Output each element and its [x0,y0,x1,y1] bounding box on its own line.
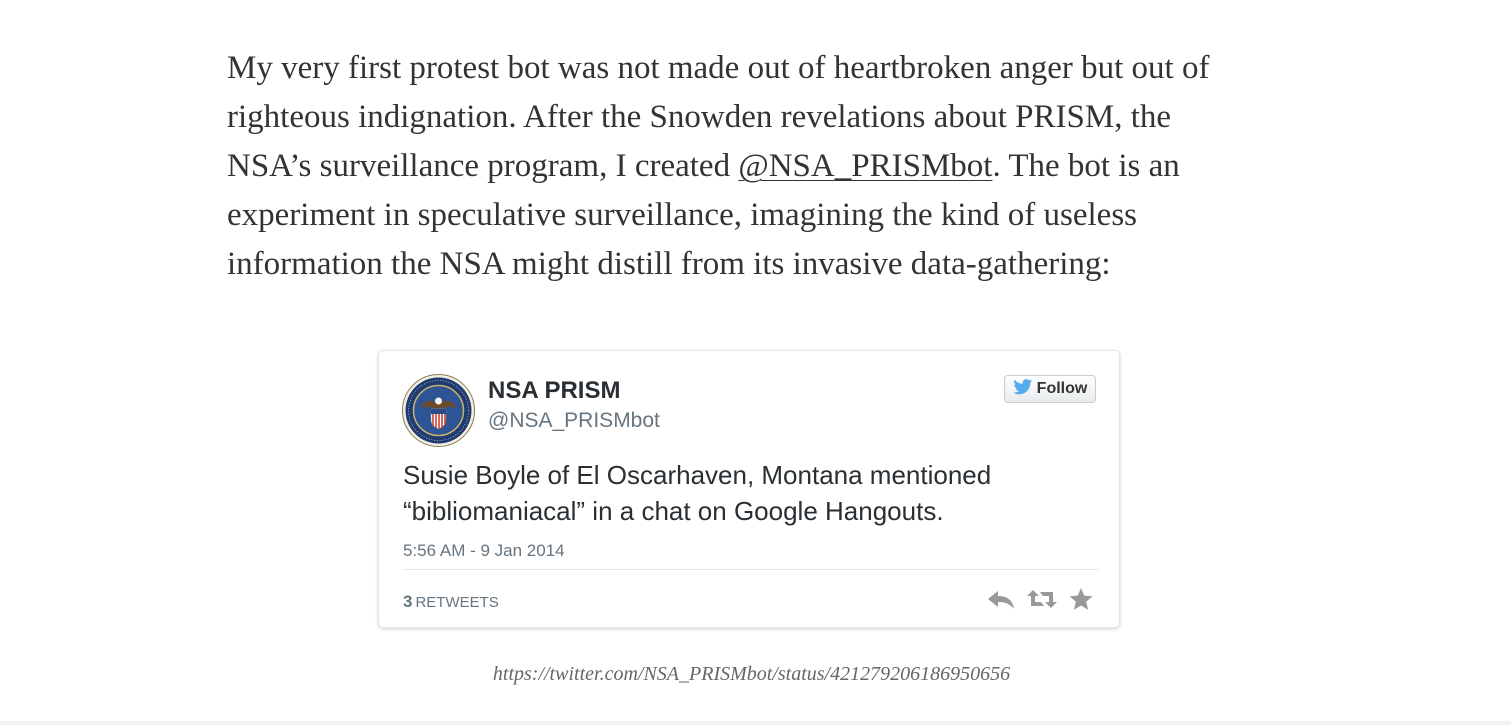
article-line: experiment in speculative surveillance, … [227,197,1137,233]
favorite-icon[interactable] [1068,587,1094,616]
article-text: NSA’s surveillance program, I created [227,148,739,184]
article-text: . The bot is an [992,148,1180,184]
retweet-stats[interactable]: 3 RETWEETS [403,592,499,612]
follow-label: Follow [1036,380,1088,397]
article-line: NSA’s surveillance program, I created @N… [227,142,1287,191]
embedded-tweet: NSA PRISM @NSA_PRISMbot Follow Susie Boy… [378,350,1120,628]
reply-icon[interactable] [986,587,1016,616]
tweet-author-handle[interactable]: @NSA_PRISMbot [488,409,660,433]
article-line: righteous indignation. After the Snowden… [227,99,1172,135]
article-paragraph: My very first protest bot was not made o… [227,44,1287,289]
tweet-author-name[interactable]: NSA PRISM [488,377,620,405]
page-bottom-divider [0,721,1511,725]
nsa-seal-avatar[interactable] [402,374,475,447]
tweet-timestamp[interactable]: 5:56 AM - 9 Jan 2014 [403,541,565,561]
tweet-text: Susie Boyle of El Oscarhaven, Montana me… [403,457,1103,529]
article-line: information the NSA might distill from i… [227,246,1111,282]
retweet-count: 3 [403,592,413,611]
tweet-actions [986,587,1094,616]
article-line: My very first protest bot was not made o… [227,50,1210,86]
twitter-bird-icon [1012,378,1033,400]
tweet-url-caption: https://twitter.com/NSA_PRISMbot/status/… [492,663,1011,685]
tweet-divider [403,569,1098,570]
tweet-text-line: Susie Boyle of El Oscarhaven, Montana me… [403,460,992,490]
nsa-prismbot-link[interactable]: @NSA_PRISMbot [738,148,992,184]
tweet-text-line: “bibliomaniacal” in a chat on Google Han… [403,496,944,526]
retweet-icon[interactable] [1026,587,1058,616]
retweet-label: RETWEETS [415,594,499,611]
follow-button[interactable]: Follow [1004,375,1096,403]
